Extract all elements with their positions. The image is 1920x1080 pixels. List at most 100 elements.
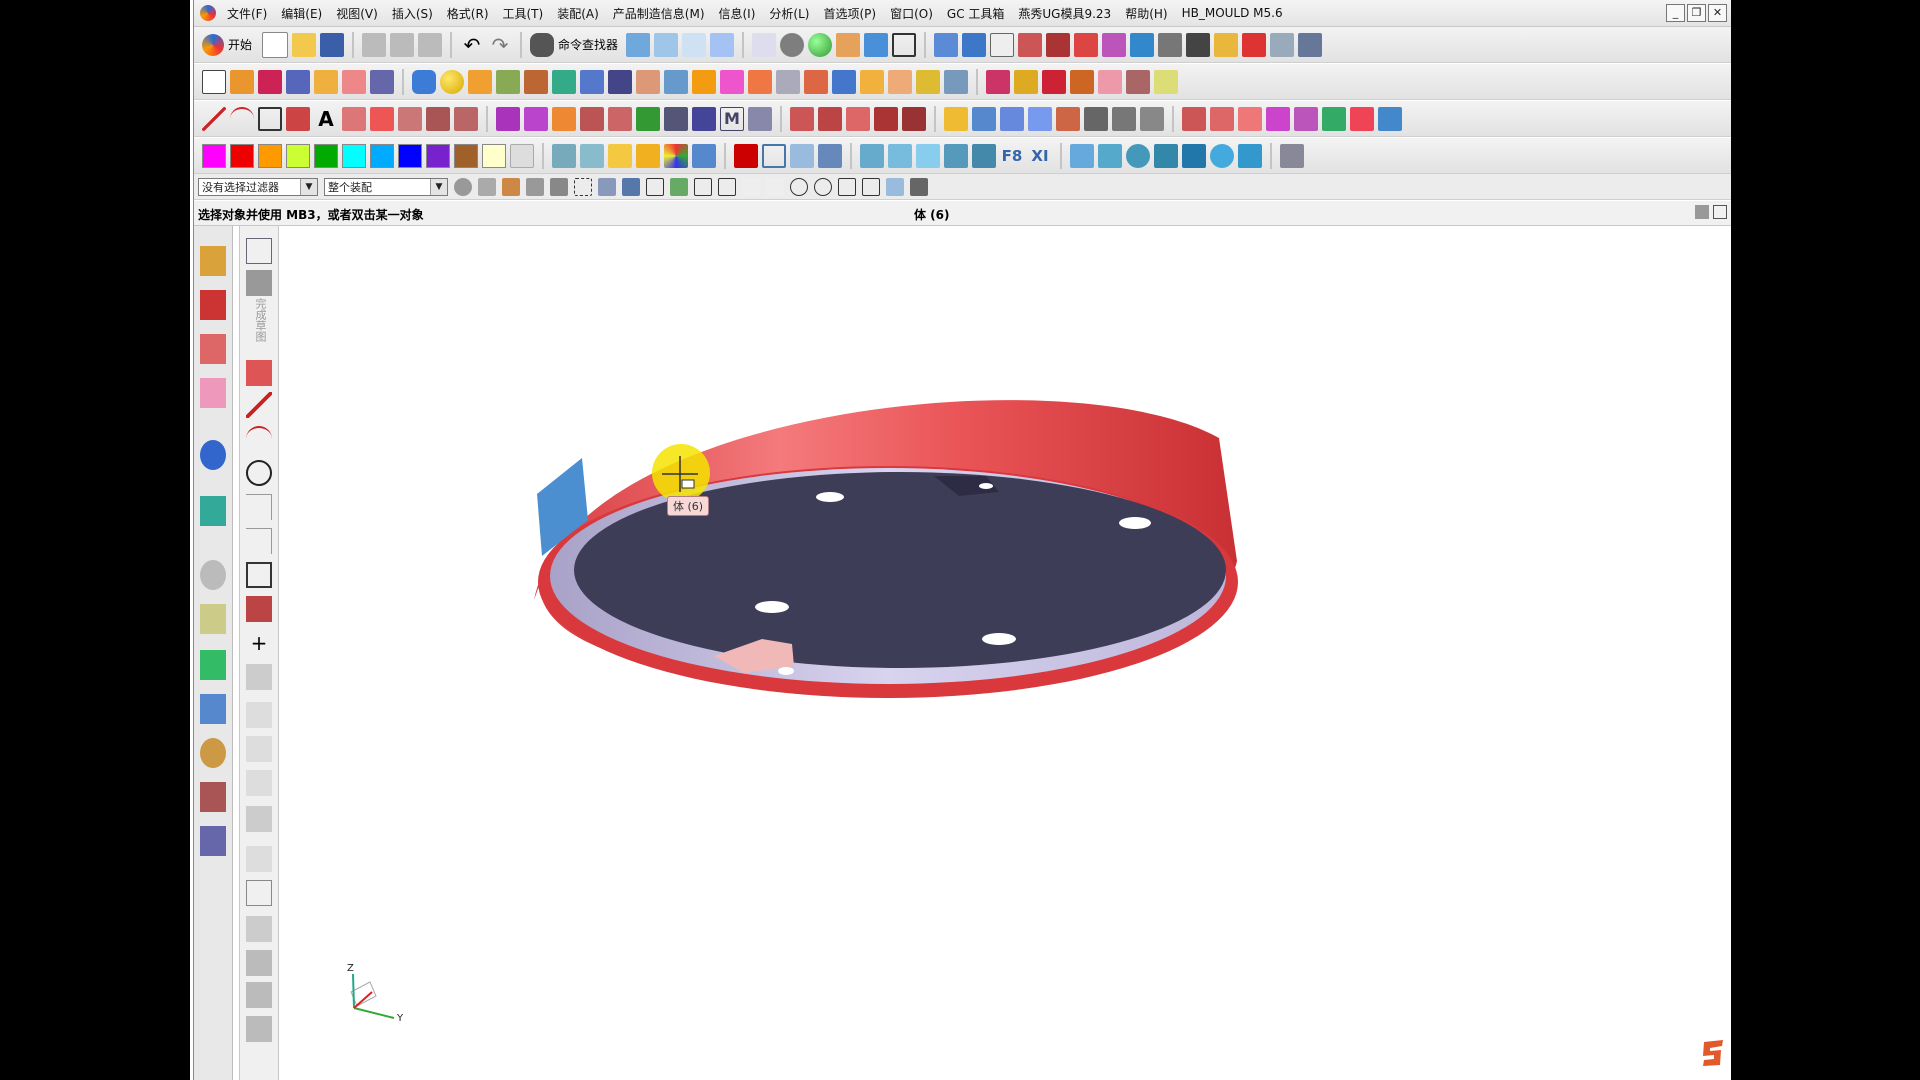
feature-select-icon[interactable] xyxy=(502,177,520,196)
delete-face-icon[interactable] xyxy=(1126,69,1150,94)
coordinate-icon[interactable] xyxy=(972,143,996,168)
assembly-navigator-icon[interactable] xyxy=(200,246,226,276)
color-swatch-sky-blue[interactable] xyxy=(370,143,394,168)
mirror-icon[interactable] xyxy=(986,69,1010,94)
circle-icon[interactable] xyxy=(246,460,272,486)
part-hole[interactable] xyxy=(1119,517,1151,529)
snap-quadrant-icon[interactable] xyxy=(814,177,832,196)
wcs-icon[interactable] xyxy=(864,32,889,57)
frame-icon[interactable] xyxy=(762,143,786,168)
snap-perpendicular-icon[interactable] xyxy=(766,177,784,196)
part-hole[interactable] xyxy=(816,492,844,502)
arc-icon[interactable] xyxy=(230,106,254,131)
grid-colors-icon[interactable] xyxy=(664,143,688,168)
spline-icon[interactable] xyxy=(426,106,450,131)
move-face-icon[interactable] xyxy=(1098,69,1122,94)
hole-icon[interactable] xyxy=(468,69,492,94)
extend-sheet-icon[interactable] xyxy=(1112,106,1136,131)
snap-on-face-icon[interactable] xyxy=(886,177,904,196)
subtract-icon[interactable] xyxy=(860,69,884,94)
trim-body-icon[interactable] xyxy=(692,69,716,94)
section-curve-icon[interactable] xyxy=(552,106,576,131)
start-button[interactable]: 开始 xyxy=(228,36,252,53)
quick-trim-icon[interactable] xyxy=(246,702,272,728)
menu-preferences[interactable]: 首选项(P) xyxy=(816,5,883,22)
color-swatch-red[interactable] xyxy=(230,143,254,168)
project-curve-icon[interactable] xyxy=(496,106,520,131)
polyline-icon[interactable] xyxy=(286,106,310,131)
analysis-icon[interactable] xyxy=(1018,32,1043,57)
table-icon[interactable] xyxy=(990,32,1015,57)
assembly-tool-icon[interactable] xyxy=(626,32,651,57)
command-finder-button[interactable]: 命令查找器 xyxy=(558,36,618,53)
cone-icon[interactable] xyxy=(342,69,366,94)
restore-button[interactable]: ❐ xyxy=(1687,4,1706,22)
unbend-icon[interactable] xyxy=(1266,106,1290,131)
color-swatch-magenta[interactable] xyxy=(202,143,226,168)
part-hole[interactable] xyxy=(979,483,993,489)
box-yellow-icon[interactable] xyxy=(636,143,660,168)
solid-select-icon[interactable] xyxy=(622,177,640,196)
mold-split-icon[interactable] xyxy=(1378,106,1402,131)
constraint-icon[interactable] xyxy=(246,916,272,942)
cross-icon[interactable] xyxy=(944,143,968,168)
spline-tool-icon[interactable] xyxy=(1074,32,1099,57)
model-viewport[interactable]: Z Y xyxy=(194,226,1731,1080)
shell-icon[interactable] xyxy=(776,69,800,94)
mold-plate-icon[interactable] xyxy=(888,143,912,168)
menu-edit[interactable]: 编辑(E) xyxy=(274,5,329,22)
plane-icon[interactable] xyxy=(314,69,338,94)
reuse-library-icon[interactable] xyxy=(200,378,226,408)
color-swatch-pale-yellow[interactable] xyxy=(482,143,506,168)
filter-reset-icon[interactable] xyxy=(454,177,472,196)
intersect-icon[interactable] xyxy=(888,69,912,94)
unite-icon[interactable] xyxy=(832,69,856,94)
offset-surface-icon[interactable] xyxy=(1140,106,1164,131)
bridge-curve-icon[interactable] xyxy=(370,106,394,131)
convert-reference-icon[interactable] xyxy=(246,982,272,1008)
xi-icon[interactable]: XI xyxy=(1028,144,1052,168)
draft-icon[interactable] xyxy=(1214,32,1239,57)
menu-analysis[interactable]: 分析(L) xyxy=(762,5,816,22)
part-navigator-icon[interactable] xyxy=(200,334,226,364)
color-swatch-cyan[interactable] xyxy=(342,143,366,168)
sketch-mesh-icon[interactable] xyxy=(246,270,272,296)
divide-curve-icon[interactable] xyxy=(636,106,660,131)
pad-block-icon[interactable] xyxy=(790,143,814,168)
groove-icon[interactable] xyxy=(608,69,632,94)
bend-icon[interactable] xyxy=(1238,106,1262,131)
color-swatch-orange[interactable] xyxy=(258,143,282,168)
sphere-icon[interactable] xyxy=(808,32,833,57)
menu-help[interactable]: 帮助(H) xyxy=(1118,5,1174,22)
offset-curve-icon[interactable] xyxy=(246,806,272,832)
menu-hb-mould[interactable]: HB_MOULD M5.6 xyxy=(1175,6,1290,20)
view-frame-icon[interactable] xyxy=(892,32,917,57)
color-picker-icon[interactable] xyxy=(510,143,534,168)
color-swatch-green[interactable] xyxy=(314,143,338,168)
grid-surface-icon[interactable] xyxy=(1000,106,1024,131)
fillet-icon[interactable] xyxy=(246,494,272,520)
menu-file[interactable]: 文件(F) xyxy=(220,5,274,22)
open-folder-icon[interactable] xyxy=(292,32,317,57)
red-cube-icon[interactable] xyxy=(734,143,758,168)
curve-length-icon[interactable] xyxy=(692,106,716,131)
menu-information[interactable]: 信息(I) xyxy=(712,5,763,22)
intersect-curve-icon[interactable] xyxy=(524,106,548,131)
parting-icon[interactable] xyxy=(1350,106,1374,131)
rotate-icon[interactable] xyxy=(1126,143,1150,168)
menu-assembly[interactable]: 装配(A) xyxy=(550,5,606,22)
sew-icon[interactable] xyxy=(1154,69,1178,94)
distance-icon[interactable] xyxy=(1158,32,1183,57)
rotate-wcs-icon[interactable] xyxy=(1210,143,1234,168)
stack-icon[interactable] xyxy=(692,143,716,168)
patch-icon[interactable] xyxy=(1028,106,1052,131)
edge-select-icon[interactable] xyxy=(550,177,568,196)
pattern-icon[interactable] xyxy=(944,69,968,94)
draft-angle-icon[interactable] xyxy=(916,69,940,94)
grid-layout-icon[interactable] xyxy=(1280,143,1304,168)
slot-icon[interactable] xyxy=(580,69,604,94)
color-swatch-blue[interactable] xyxy=(398,143,422,168)
selection-scope-dropdown[interactable]: 整个装配 ▼ xyxy=(324,177,448,196)
menu-insert[interactable]: 插入(S) xyxy=(385,5,440,22)
menu-window[interactable]: 窗口(O) xyxy=(883,5,940,22)
